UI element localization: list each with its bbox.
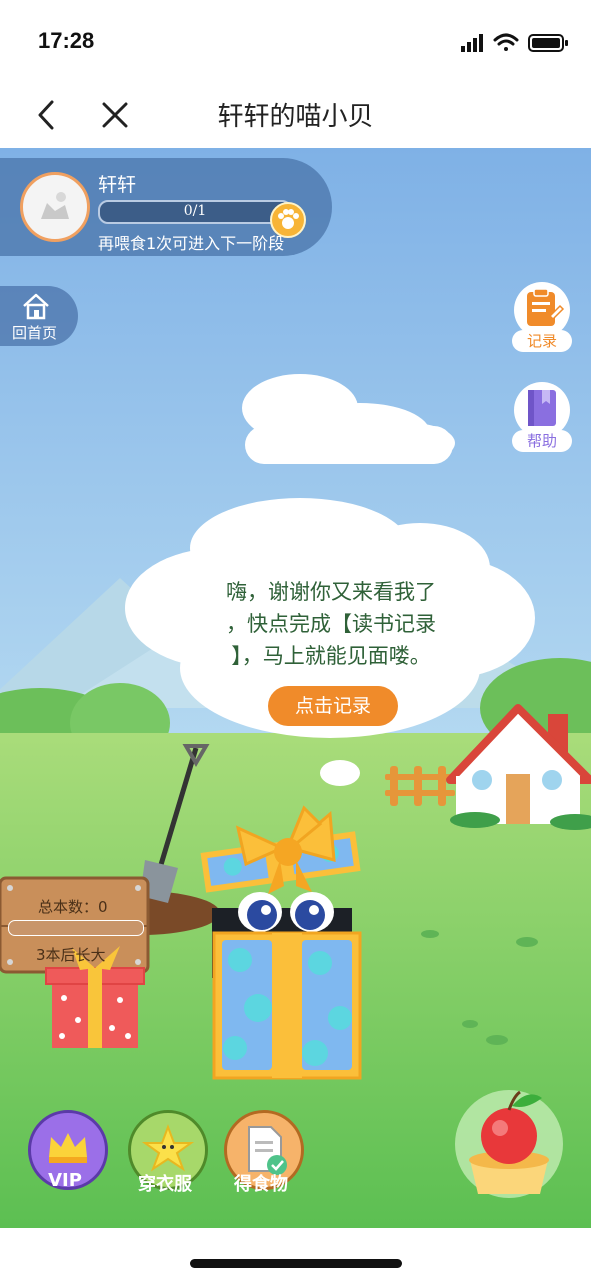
feed-progress-bar: 0/1: [98, 200, 292, 224]
help-button[interactable]: 帮助: [512, 382, 572, 454]
speech-line: 嗨，谢谢你又来看我了: [226, 580, 436, 604]
record-label: 记录: [512, 330, 572, 352]
wifi-icon: [493, 33, 519, 51]
username: 轩轩: [98, 174, 137, 196]
home-icon: [23, 293, 49, 320]
pet-scene: 轩轩 0/1 再喂食1次可进入下一阶段 回首页 记录 帮助 嗨，谢谢你又来看我了…: [0, 148, 591, 1228]
help-label: 帮助: [512, 430, 572, 452]
bottom-safe-area: [0, 1228, 591, 1280]
growth-progress-bar: [8, 920, 144, 936]
record-button[interactable]: 记录: [512, 282, 572, 354]
apple-food-bowl: [455, 1090, 563, 1198]
page-title: 轩轩的喵小贝: [217, 102, 374, 132]
signal-icon: [461, 34, 483, 52]
battery-icon: [528, 34, 568, 52]
vip-label: VIP: [48, 1170, 82, 1191]
profile-card: 轩轩 0/1 再喂食1次可进入下一阶段: [0, 158, 332, 256]
home-indicator: [190, 1259, 402, 1268]
speech-line: 】，马上就能见面喽。: [231, 644, 431, 668]
status-bar: 17:28: [0, 0, 591, 82]
record-cta-button[interactable]: 点击记录: [268, 686, 398, 726]
home-label: 回首页: [12, 324, 58, 342]
fence: [385, 766, 455, 806]
food-label: 得食物: [234, 1174, 288, 1195]
dress-label: 穿衣服: [138, 1174, 192, 1195]
avatar[interactable]: [20, 172, 90, 242]
status-time: 17:28: [38, 28, 95, 53]
home-button[interactable]: 回首页: [0, 286, 78, 346]
pet-speech: 嗨，谢谢你又来看我了 ，快点完成【读书记录 】，马上就能见面喽。: [200, 576, 462, 672]
speech-line: ，快点完成【读书记录: [226, 612, 436, 636]
avatar-placeholder-icon: [41, 192, 69, 219]
status-icons: [461, 33, 568, 52]
growth-hint: 3本后长大: [36, 946, 106, 964]
feed-progress-text: 0/1: [183, 203, 207, 219]
nav-bar: 轩轩的喵小贝: [0, 82, 591, 148]
stage-hint: 再喂食1次可进入下一阶段: [98, 234, 285, 253]
total-books-label: 总本数：0: [38, 898, 108, 916]
